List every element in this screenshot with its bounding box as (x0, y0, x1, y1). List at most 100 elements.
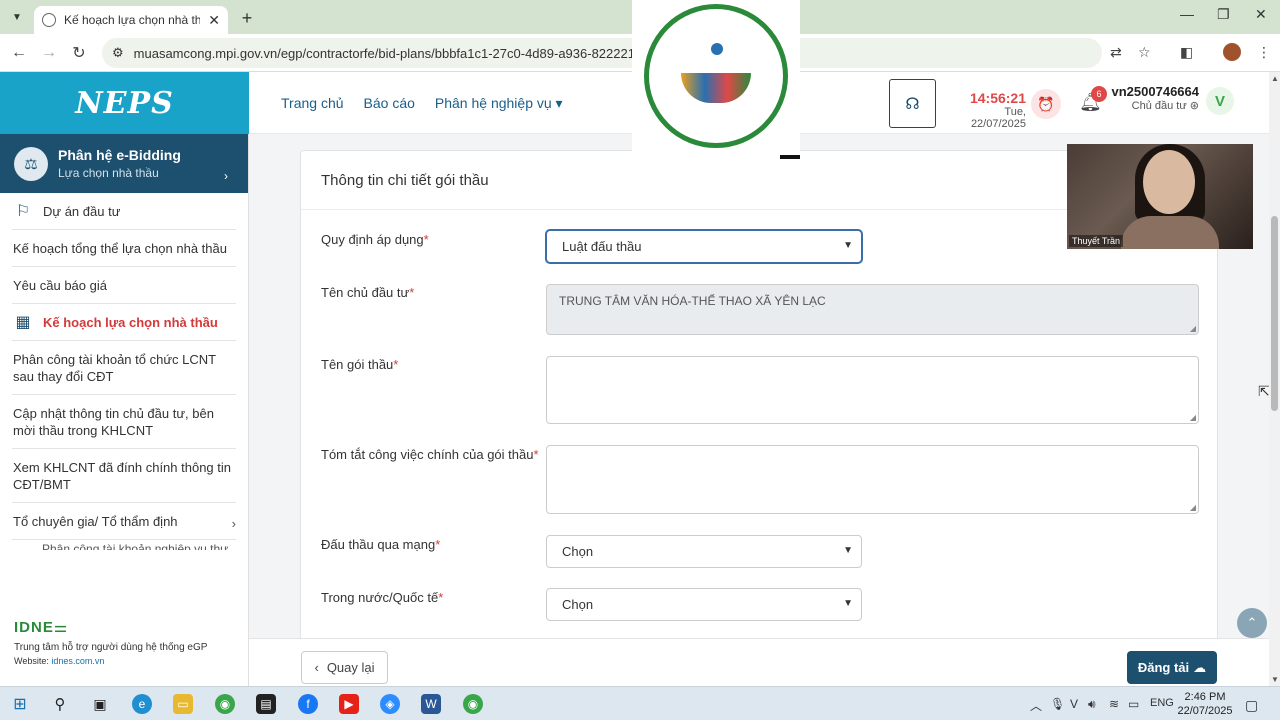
user-avatar[interactable]: V (1206, 87, 1234, 115)
sidebar-item-bid-plan[interactable]: ▦ Kế hoạch lựa chọn nhà thầu (12, 304, 236, 341)
task-view-icon[interactable]: ▣ (90, 694, 110, 714)
verified-icon: ⊛ (1189, 100, 1199, 112)
scrollbar-thumb[interactable] (1271, 216, 1278, 411)
sidebar-item-cut[interactable]: Phân công tài khoản nghiệp vụ thư (42, 540, 236, 550)
extensions-icon[interactable]: ◧ (1180, 44, 1193, 61)
nav-modules[interactable]: Phân hệ nghiệp vụ ▾ (435, 95, 563, 112)
url-text: muasamcong.mpi.gov.vn/egp/contractorfe/b… (133, 45, 689, 61)
microphone-icon[interactable]: 🎙︎ (1050, 697, 1065, 711)
word-icon[interactable]: W (421, 694, 441, 714)
file-explorer-icon[interactable]: ▭ (173, 694, 193, 714)
package-name-input[interactable]: ◢ (546, 356, 1199, 424)
calendar-icon: ▦ (15, 314, 31, 331)
browser-tab-active[interactable]: Kế hoạch lựa chọn nhà thầu | e ✕ (34, 6, 228, 34)
browser-menu-icon[interactable]: ⋮ (1257, 44, 1271, 61)
battery-icon[interactable]: ▭ (1128, 697, 1139, 711)
upload-button[interactable]: Đăng tải ☁ (1127, 651, 1217, 684)
volume-icon[interactable]: 🔊︎ (1088, 697, 1096, 712)
sidebar-item-view-corrected[interactable]: Xem KHLCNT đã đính chính thông tin CĐT/B… (12, 449, 236, 503)
tab-title: Kế hoạch lựa chọn nhà thầu | e (64, 13, 201, 27)
store-icon[interactable]: ▤ (256, 694, 276, 714)
vpn-icon[interactable]: V (1070, 697, 1078, 711)
resize-grip-icon: ◢ (1189, 324, 1196, 333)
rule-label: Quy định áp dụng* (321, 232, 429, 247)
module-selector[interactable]: ⚖ Phân hệ e-Bidding Lựa chọn nhà thầu › (0, 134, 248, 193)
zoom-icon[interactable]: ◈ (380, 694, 400, 714)
reload-icon[interactable]: ↻ (64, 43, 94, 63)
scope-label: Trong nước/Quốc tế* (321, 590, 444, 605)
mouse-cursor-icon: ⇱ (1258, 383, 1270, 399)
globe-icon (42, 13, 56, 27)
maximize-icon[interactable]: ❐ (1217, 6, 1230, 23)
facebook-icon[interactable]: f (298, 694, 318, 714)
back-arrow-icon[interactable]: ← (4, 44, 34, 62)
scroll-up-icon[interactable]: ▲ (1271, 74, 1279, 83)
browser-profile-avatar[interactable] (1223, 43, 1241, 61)
support-text: Trung tâm hỗ trợ người dùng hệ thống eGP (14, 642, 208, 653)
signpost-icon: ⚐ (15, 203, 31, 220)
investor-label: Tên chủ đầu tư* (321, 285, 415, 300)
nav-reports[interactable]: Báo cáo (364, 95, 415, 112)
translate-icon[interactable]: ⇄ (1110, 44, 1122, 61)
online-bid-select[interactable]: Chọn ▼ (546, 535, 862, 568)
back-button[interactable]: ‹ Quay lại (301, 651, 388, 684)
scroll-down-icon[interactable]: ▼ (1271, 675, 1279, 684)
website-link[interactable]: idnes.com.vn (51, 656, 104, 666)
edge-icon[interactable]: e (132, 694, 152, 714)
nav-home[interactable]: Trang chủ (281, 95, 344, 112)
page-scrollbar[interactable]: ▲ ▼ (1269, 72, 1280, 686)
headset-icon: ☊ (905, 95, 920, 113)
neps-logo[interactable]: NEPS (0, 72, 249, 134)
forward-arrow-icon[interactable]: → (34, 44, 64, 62)
clock-date: Tue, 22/07/2025 (970, 106, 1026, 130)
webcam-video-overlay: Thuyết Trần (1067, 144, 1253, 249)
language-indicator[interactable]: ENG (1150, 697, 1174, 709)
resize-grip-icon[interactable]: ◢ (1190, 503, 1196, 512)
user-info[interactable]: vn2500746664 Chủ đầu tư ⊛ (1111, 84, 1199, 112)
close-tab-icon[interactable]: ✕ (208, 12, 220, 29)
site-settings-icon[interactable]: ⚙ (112, 45, 124, 61)
sidebar-item-projects[interactable]: ⚐ Dự án đầu tư (12, 193, 236, 230)
bookmark-star-icon[interactable]: ☆ (1138, 44, 1151, 61)
url-bar[interactable]: ⚙ muasamcong.mpi.gov.vn/egp/contractorfe… (102, 38, 1102, 68)
server-clock: 14:56:21 Tue, 22/07/2025 (949, 90, 1026, 130)
summary-input[interactable]: ◢ (546, 445, 1199, 514)
sidebar-item-master-plan[interactable]: Kế hoạch tổng thể lựa chọn nhà thầu (12, 230, 236, 267)
chrome-icon[interactable]: ◉ (215, 694, 235, 714)
system-time: 2:46 PM (1184, 691, 1226, 703)
scroll-to-top-button[interactable]: ⌃ (1237, 608, 1267, 638)
alarm-clock-icon[interactable]: ⏰ (1031, 89, 1061, 119)
sidebar-item-quotation[interactable]: Yêu cầu báo giá (12, 267, 236, 304)
presenter-name: Thuyết Trần (1069, 235, 1124, 247)
top-navigation: Trang chủ Báo cáo Phân hệ nghiệp vụ ▾ (281, 95, 563, 112)
rule-select[interactable]: Luật đấu thầu ▼ (546, 230, 862, 263)
cloud-upload-icon: ☁ (1193, 659, 1207, 675)
chevron-down-icon: ▼ (843, 240, 853, 251)
tab-search-chevron-icon[interactable]: ▼ (6, 6, 28, 28)
notifications-icon[interactable]: ▢ (1245, 697, 1258, 714)
wifi-icon[interactable]: ≋ (1109, 697, 1119, 711)
chrome-active-icon[interactable]: ◉ (463, 694, 483, 714)
username: vn2500746664 (1111, 84, 1199, 99)
resize-grip-icon[interactable]: ◢ (1190, 413, 1196, 422)
tray-chevron-up-icon[interactable]: ︿ (1030, 697, 1042, 714)
sidebar-item-update-investor[interactable]: Cập nhật thông tin chủ đầu tư, bên mời t… (12, 395, 236, 449)
clock-time: 14:56:21 (969, 90, 1026, 106)
new-tab-button[interactable]: + (234, 5, 260, 31)
scope-select[interactable]: Chọn ▼ (546, 588, 862, 621)
windows-taskbar: ⊞ ⚲ ▣ e ▭ ◉ ▤ f ▶ ◈ W ◉ ︿ 🎙︎ V 🔊︎ ≋ ▭ EN… (0, 686, 1280, 720)
system-clock[interactable]: 2:46 PM 22/07/2025 (1172, 690, 1238, 718)
headset-support-button[interactable]: ☊ (889, 79, 936, 128)
sidebar-item-account-assign[interactable]: Phân công tài khoản tổ chức LCNT sau tha… (12, 341, 236, 395)
youtube-icon[interactable]: ▶ (339, 694, 359, 714)
chevron-down-icon: ▼ (843, 545, 853, 556)
minimize-icon[interactable]: — (1180, 6, 1194, 22)
close-window-icon[interactable]: ✕ (1255, 6, 1267, 23)
search-icon[interactable]: ⚲ (50, 694, 70, 714)
windows-start-icon[interactable]: ⊞ (10, 694, 30, 714)
investor-field: TRUNG TÂM VĂN HÓA-THỂ THAO XÃ YÊN LẠC ◢ (546, 284, 1199, 335)
sidebar-item-expert-team[interactable]: Tổ chuyên gia/ Tổ thẩm định › (12, 503, 236, 540)
online-bid-label: Đấu thầu qua mạng* (321, 537, 441, 552)
summary-label: Tóm tắt công việc chính của gói thầu* (321, 447, 539, 462)
logo-text: NEPS (75, 85, 174, 121)
